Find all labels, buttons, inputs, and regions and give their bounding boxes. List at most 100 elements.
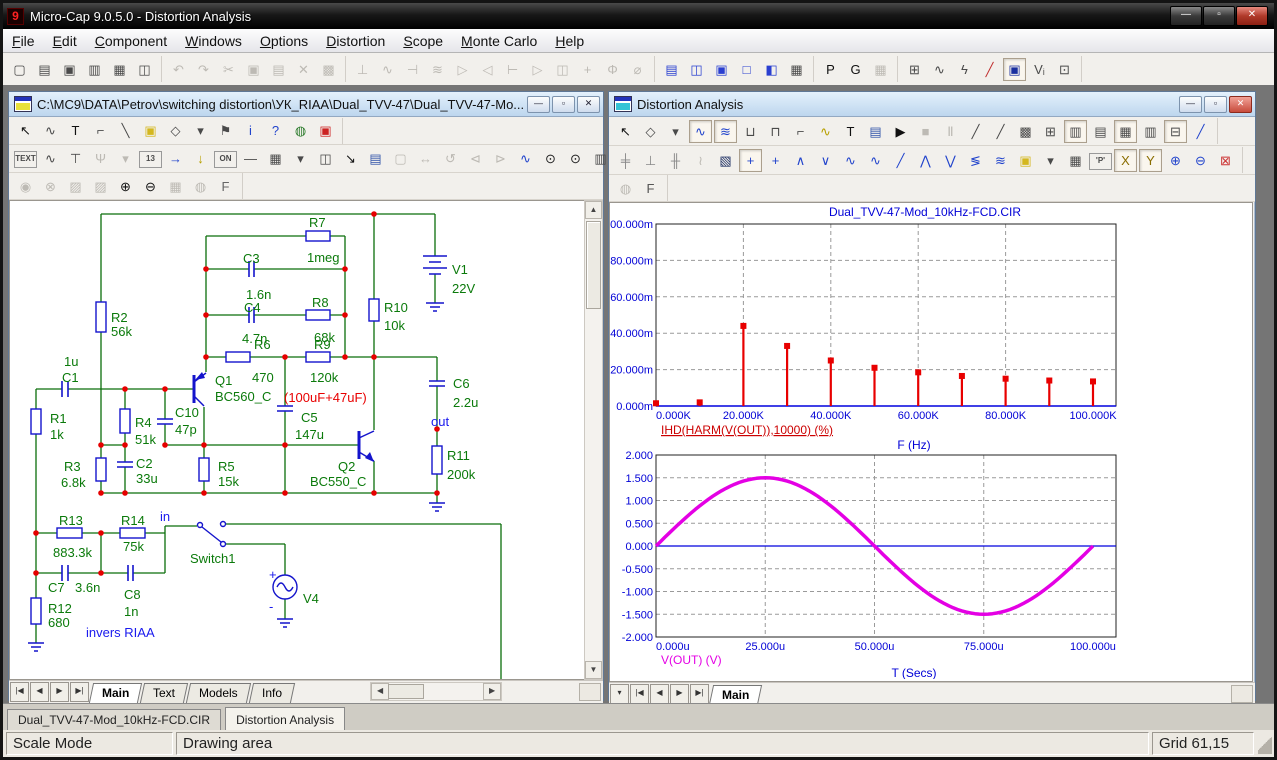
print-icon[interactable]: ▦ [108,58,131,81]
cut-icon[interactable]: ✂ [217,58,240,81]
close-circle-icon[interactable]: ⊗ [39,175,62,198]
schematic-label[interactable]: R10 [384,300,408,315]
info-circle-icon[interactable]: ◉ [14,175,37,198]
schematic-label[interactable]: 200k [447,467,476,482]
menu-help[interactable]: Help [546,31,593,51]
box-dropdown-icon[interactable]: ▾ [1039,149,1062,172]
schematic-label[interactable]: C8 [124,587,141,602]
zoom-area-icon[interactable]: ⊠ [1214,149,1237,172]
schematic-label[interactable]: 6.8k [61,475,86,490]
split-window-icon[interactable]: ◧ [760,58,783,81]
menu-monte-carlo[interactable]: Monte Carlo [452,31,546,51]
p-mode-icon[interactable]: P [819,58,842,81]
schematic-label[interactable]: in [160,509,170,524]
schematic-label[interactable]: 1meg [307,250,340,265]
vertical-scale-icon[interactable]: ⊓ [764,120,787,143]
schematic-label[interactable]: BC560_C [215,389,271,404]
tile-vertical-icon[interactable]: ◫ [685,58,708,81]
peak-icon[interactable]: ∧ [789,149,812,172]
waveform-list-icon[interactable]: ≋ [714,120,737,143]
schematic-label[interactable]: 1k [50,427,64,442]
flag-icon[interactable]: ⚑ [214,119,237,142]
cursor-both-icon[interactable]: ╫ [664,149,687,172]
schematic-label[interactable]: R12 [48,601,72,616]
schematic-label[interactable]: 51k [135,432,156,447]
show-pins-icon[interactable]: ⊤ [64,147,87,170]
last-page-button[interactable]: ▶| [70,682,89,702]
stripes-horizontal-icon[interactable]: ▤ [1089,120,1112,143]
global-high-icon[interactable]: ⋀ [914,149,937,172]
horizontal-scale-icon[interactable]: ⊔ [739,120,762,143]
zoom-out-icon[interactable]: ⊖ [1189,149,1212,172]
menu-scope[interactable]: Scope [394,31,452,51]
flip-v-icon[interactable]: ⊲ [464,147,487,170]
schematic-label[interactable]: Q1 [215,373,232,388]
schematic-label[interactable]: C10 [175,405,199,420]
stripes-dashed-icon[interactable]: ▥ [1139,120,1162,143]
minimize-button[interactable]: — [1170,6,1202,26]
close-button[interactable]: ✕ [1236,6,1268,26]
restore-button[interactable]: ▫ [1203,6,1235,26]
schematic-label[interactable]: invers RIAA [86,625,155,640]
zoom-window-icon[interactable]: ▧ [714,149,737,172]
grid2-icon[interactable]: ⊞ [1039,120,1062,143]
shapes-icon[interactable]: ◇ [164,119,187,142]
schematic-label[interactable]: 75k [123,539,144,554]
globe-icon[interactable]: ◍ [189,175,212,198]
analysis-minimize-button[interactable]: — [1179,96,1202,113]
schematic-label[interactable]: C4 [244,300,261,315]
waveform-source-icon[interactable]: ∿ [928,58,951,81]
schematic-label[interactable]: R2 [111,310,128,325]
schematic-label[interactable]: 3.6n [75,580,100,595]
vi-plot-icon[interactable]: Vᵢ [1028,58,1051,81]
data-table-icon[interactable]: ▦ [1064,149,1087,172]
transistor-icon[interactable]: ⊢ [501,58,524,81]
schematic-label[interactable]: R8 [312,295,329,310]
doc-tab-dual-tvv-47-mod-10khz-fcd-cir[interactable]: Dual_TVV-47-Mod_10kHz-FCD.CIR [7,709,221,731]
help-window-icon[interactable]: ⊡ [1053,58,1076,81]
menu-distortion[interactable]: Distortion [317,31,394,51]
window-resize-grip[interactable] [1258,733,1272,754]
global-low-icon[interactable]: ⋁ [939,149,962,172]
cursor-next-icon[interactable]: + [764,149,787,172]
properties-icon[interactable]: ▤ [864,120,887,143]
stop-icon[interactable]: ■ [914,120,937,143]
next-page-button[interactable]: ▶ [670,684,689,704]
resize-corner[interactable] [579,683,601,701]
calculator-icon[interactable]: ▦ [785,58,808,81]
single-panel-icon[interactable]: ⊟ [1164,120,1187,143]
first-page-button[interactable]: |◀ [10,682,29,702]
select-all-icon[interactable]: ▩ [317,58,340,81]
zoom-in-icon[interactable]: ⊕ [1164,149,1187,172]
vertical-scrollbar[interactable]: ▲ ▼ [584,200,603,680]
schematic-label[interactable]: V1 [452,262,468,277]
scope-mode-icon[interactable]: ∿ [689,120,712,143]
condition-icon[interactable]: ON [214,151,237,168]
analysis-restore-button[interactable]: ▫ [1204,96,1227,113]
schematic-label[interactable]: 470 [252,370,274,385]
schematic-label[interactable]: 10k [384,318,405,333]
vertical-scroll-thumb[interactable] [586,221,601,309]
copy-icon[interactable]: ▣ [242,58,265,81]
schematic-label[interactable]: 680 [48,615,70,630]
schematic-label[interactable]: R4 [135,415,152,430]
find-wave-icon[interactable]: ∿ [514,147,537,170]
high-icon[interactable]: ∿ [839,149,862,172]
show-power-icon[interactable]: Ψ [89,147,112,170]
schematic-label[interactable]: 47p [175,422,197,437]
scroll-left-button[interactable]: ◀ [371,683,389,700]
run-icon[interactable]: ▶ [889,120,912,143]
schematic-label[interactable]: R9 [314,337,331,352]
slope-line-icon[interactable]: ╱ [1189,120,1212,143]
schematic-label[interactable]: R11 [447,448,470,463]
valley-icon[interactable]: ∨ [814,149,837,172]
component-list-icon[interactable]: ⊞ [903,58,926,81]
ic-icon[interactable]: ◫ [551,58,574,81]
save-all-icon[interactable]: ▥ [83,58,106,81]
schematic-window-titlebar[interactable]: C:\MC9\DATA\Petrov\switching distortion\… [9,92,603,117]
shapes-dropdown-icon[interactable]: ▾ [189,119,212,142]
schematic-label[interactable]: 1n [124,604,138,619]
page-tab-models[interactable]: Models [186,683,251,703]
first-page-button[interactable]: |◀ [630,684,649,704]
next-page-button[interactable]: ▶ [50,682,69,702]
